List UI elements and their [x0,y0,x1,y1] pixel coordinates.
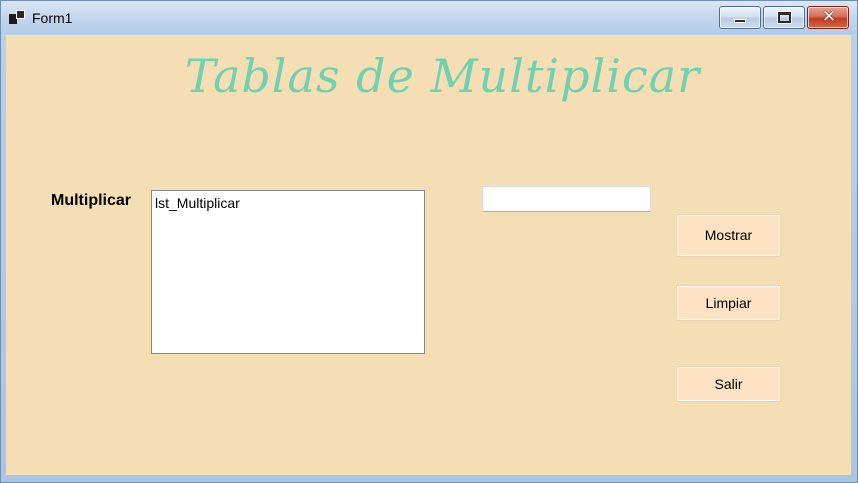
window-title: Form1 [32,10,73,26]
close-button[interactable]: ✕ [807,6,849,29]
list-item[interactable]: lst_Multiplicar [155,195,240,211]
title-bar[interactable]: Form1 ✕ [1,1,857,34]
form-client-area: Tablas de Multiplicar Multiplicar lst_Mu… [6,35,851,475]
salir-button[interactable]: Salir [676,366,781,402]
maximize-button[interactable] [763,6,805,29]
number-input[interactable] [482,186,651,212]
page-title: Tablas de Multiplicar [184,49,701,103]
mostrar-button[interactable]: Mostrar [676,214,781,257]
limpiar-button[interactable]: Limpiar [676,285,781,321]
multiplicar-label: Multiplicar [51,192,132,209]
close-icon: ✕ [821,7,837,27]
multiplicar-listbox[interactable]: lst_Multiplicar [151,190,425,354]
window-frame: Form1 ✕ Tablas de Multiplicar Multiplica… [0,0,858,483]
maximize-icon [777,11,792,24]
minimize-button[interactable] [719,6,761,29]
app-window-icon[interactable] [9,10,25,24]
minimize-icon [734,19,746,23]
